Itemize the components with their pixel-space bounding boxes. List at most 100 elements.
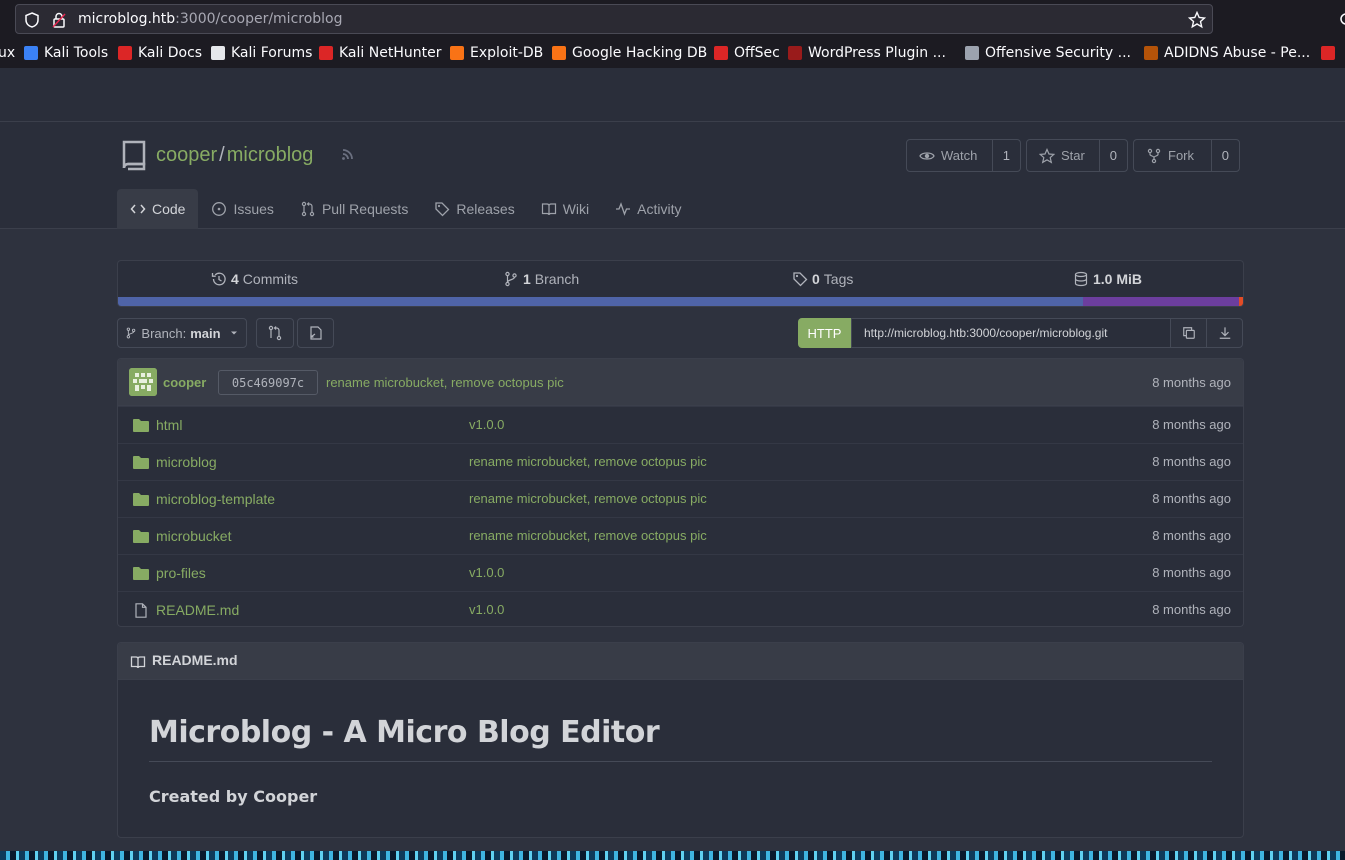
favicon-icon [552, 46, 566, 60]
commits-stat[interactable]: 4 Commits [211, 271, 298, 287]
copy-icon [1182, 327, 1195, 339]
favicon-icon [714, 46, 728, 60]
bookmark-label: OffSec [734, 45, 780, 61]
site-navbar [0, 68, 1345, 122]
repo-title: cooper / microblog [156, 144, 314, 166]
file-commit-time: 8 months ago [1152, 417, 1231, 432]
bookmark-item[interactable]: ADIDNS Abuse - Pe... [1144, 44, 1310, 62]
language-segment[interactable] [1083, 297, 1239, 306]
tab-releases[interactable]: Releases [421, 189, 527, 229]
repo-owner-link[interactable]: cooper [156, 144, 217, 166]
bookmark-label: Kali NetHunter [339, 45, 442, 61]
branch-stat[interactable]: 1 Branch [503, 271, 579, 287]
shield-icon[interactable] [23, 11, 41, 29]
file-search-icon [309, 326, 322, 340]
bookmark-item[interactable]: Google Hacking DB [552, 44, 707, 62]
tab-issues[interactable]: Issues [198, 189, 286, 229]
star-bookmark-icon[interactable] [1188, 11, 1206, 29]
favicon-icon[interactable] [1321, 46, 1335, 60]
tab-code[interactable]: Code [117, 189, 199, 229]
star-icon [1039, 147, 1055, 164]
watch-button[interactable]: Watch [907, 140, 993, 171]
fork-count[interactable]: 0 [1212, 140, 1239, 171]
file-name-link[interactable]: microblog [156, 454, 217, 470]
bookmark-item[interactable]: Offensive Security ... [965, 44, 1131, 62]
latest-commit-row: cooper 05c469097c rename microbucket, re… [118, 359, 1243, 406]
file-name-link[interactable]: README.md [156, 602, 239, 618]
tags-stat[interactable]: 0 Tags [792, 271, 853, 287]
star-button[interactable]: Star [1027, 140, 1100, 171]
file-commit-message[interactable]: rename microbucket, remove octopus pic [469, 454, 707, 469]
file-name-link[interactable]: microbucket [156, 528, 231, 544]
extension-icon[interactable] [1338, 11, 1345, 27]
tab-pull-requests[interactable]: Pull Requests [287, 189, 421, 229]
star-count[interactable]: 0 [1100, 140, 1127, 171]
bookmark-item[interactable]: ux [0, 44, 15, 62]
fork-button[interactable]: Fork [1134, 140, 1212, 171]
find-file-button[interactable] [297, 318, 334, 348]
commit-message[interactable]: rename microbucket, remove octopus pic [326, 375, 564, 390]
bookmark-item[interactable]: Kali Docs [118, 44, 202, 62]
file-commit-message[interactable]: v1.0.0 [469, 602, 504, 617]
branch-selector[interactable]: Branch: main [117, 318, 247, 348]
table-row[interactable]: microblog-template rename microbucket, re… [118, 480, 1243, 517]
file-commit-time: 8 months ago [1152, 528, 1231, 543]
table-row[interactable]: microblog rename microbucket, remove octo… [118, 443, 1243, 480]
language-segment[interactable] [118, 297, 1084, 306]
readme-body: Created by Cooper [149, 787, 318, 806]
rss-icon[interactable] [340, 146, 356, 162]
url-text[interactable]: microblog.htb:3000/cooper/microblog [78, 11, 343, 27]
file-name-link[interactable]: pro-files [156, 565, 206, 581]
bookmark-item[interactable]: Exploit-DB [450, 44, 543, 62]
tab-activity[interactable]: Activity [602, 189, 694, 229]
bookmark-label: ux [0, 45, 16, 61]
bookmark-label: ADIDNS Abuse - Pe... [1164, 45, 1311, 61]
file-commit-message[interactable]: rename microbucket, remove octopus pic [469, 491, 707, 506]
bookmark-item[interactable]: Kali Tools [24, 44, 108, 62]
code-icon [130, 204, 146, 214]
file-name-link[interactable]: microblog-template [156, 491, 275, 507]
bookmark-item[interactable]: OffSec [714, 44, 780, 62]
avatar[interactable] [129, 368, 157, 396]
repo-stats: 4 Commits 1 Branch 0 Tags 1.0 MiB [117, 260, 1244, 307]
http-clone-tab[interactable]: HTTP [798, 318, 851, 348]
fork-button-group[interactable]: Fork 0 [1133, 139, 1240, 172]
repo-name-link[interactable]: microblog [227, 144, 314, 166]
readme-filename[interactable]: README.md [152, 652, 238, 668]
file-commit-message[interactable]: v1.0.0 [469, 565, 504, 580]
file-name-link[interactable]: html [156, 417, 182, 433]
clone-url-input[interactable]: http://microblog.htb:3000/cooper/microbl… [851, 318, 1171, 348]
download-button[interactable] [1206, 318, 1243, 348]
file-commit-time: 8 months ago [1152, 602, 1231, 617]
table-row[interactable]: html v1.0.0 8 months ago [118, 406, 1243, 443]
commit-sha-button[interactable]: 05c469097c [218, 370, 318, 395]
star-button-group[interactable]: Star 0 [1026, 139, 1128, 172]
history-icon [211, 272, 226, 286]
tag-icon [793, 272, 808, 287]
bookmark-item[interactable]: Kali NetHunter [319, 44, 441, 62]
table-row[interactable]: microbucket rename microbucket, remove oc… [118, 517, 1243, 554]
table-row[interactable]: README.md v1.0.0 8 months ago [118, 591, 1243, 626]
file-commit-time: 8 months ago [1152, 565, 1231, 580]
tab-wiki[interactable]: Wiki [528, 189, 602, 229]
readme-divider [149, 761, 1212, 762]
lock-insecure-icon[interactable] [50, 11, 68, 29]
bookmark-item[interactable]: WordPress Plugin ... [788, 44, 946, 62]
commit-author[interactable]: cooper [163, 375, 206, 390]
watch-count[interactable]: 1 [993, 140, 1020, 171]
file-commit-message[interactable]: v1.0.0 [469, 417, 504, 432]
compare-button[interactable] [256, 318, 294, 348]
bookmark-item[interactable]: Kali Forums [211, 44, 312, 62]
watch-button-group[interactable]: Watch 1 [906, 139, 1021, 172]
pull-request-icon [301, 201, 315, 217]
file-commit-message[interactable]: rename microbucket, remove octopus pic [469, 528, 707, 543]
language-bar[interactable] [118, 297, 1243, 306]
copy-url-button[interactable] [1170, 318, 1207, 348]
compare-icon [268, 325, 282, 341]
folder-icon [133, 419, 149, 432]
file-commit-time: 8 months ago [1152, 491, 1231, 506]
language-segment[interactable] [1238, 297, 1243, 306]
table-row[interactable]: pro-files v1.0.0 8 months ago [118, 554, 1243, 591]
favicon-icon [450, 46, 464, 60]
url-bar[interactable]: microblog.htb:3000/cooper/microblog [15, 4, 1213, 34]
